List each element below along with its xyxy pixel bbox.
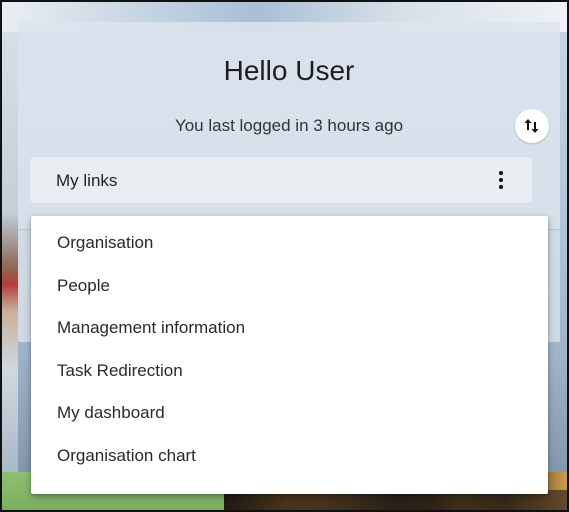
menu-item-task-redirection[interactable]: Task Redirection bbox=[31, 350, 548, 393]
my-links-bar[interactable]: My links bbox=[30, 157, 532, 203]
my-links-label: My links bbox=[56, 171, 118, 190]
menu-item-organisation-chart[interactable]: Organisation chart bbox=[31, 435, 548, 478]
menu-item-management-information[interactable]: Management information bbox=[31, 307, 548, 350]
background-left-strip bbox=[2, 32, 18, 482]
menu-item-organisation[interactable]: Organisation bbox=[31, 222, 548, 265]
menu-item-people[interactable]: People bbox=[31, 265, 548, 308]
screenshot-frame: Hello User You last logged in 3 hours ag… bbox=[0, 0, 569, 512]
my-links-menu: Organisation People Management informati… bbox=[31, 216, 548, 494]
greeting-title: Hello User bbox=[223, 55, 355, 86]
sort-arrows-icon bbox=[522, 116, 542, 136]
menu-item-my-dashboard[interactable]: My dashboard bbox=[31, 392, 548, 435]
last-login-text: You last logged in 3 hours ago bbox=[174, 116, 404, 135]
more-vertical-icon[interactable] bbox=[492, 167, 510, 193]
sort-button[interactable] bbox=[515, 109, 549, 143]
